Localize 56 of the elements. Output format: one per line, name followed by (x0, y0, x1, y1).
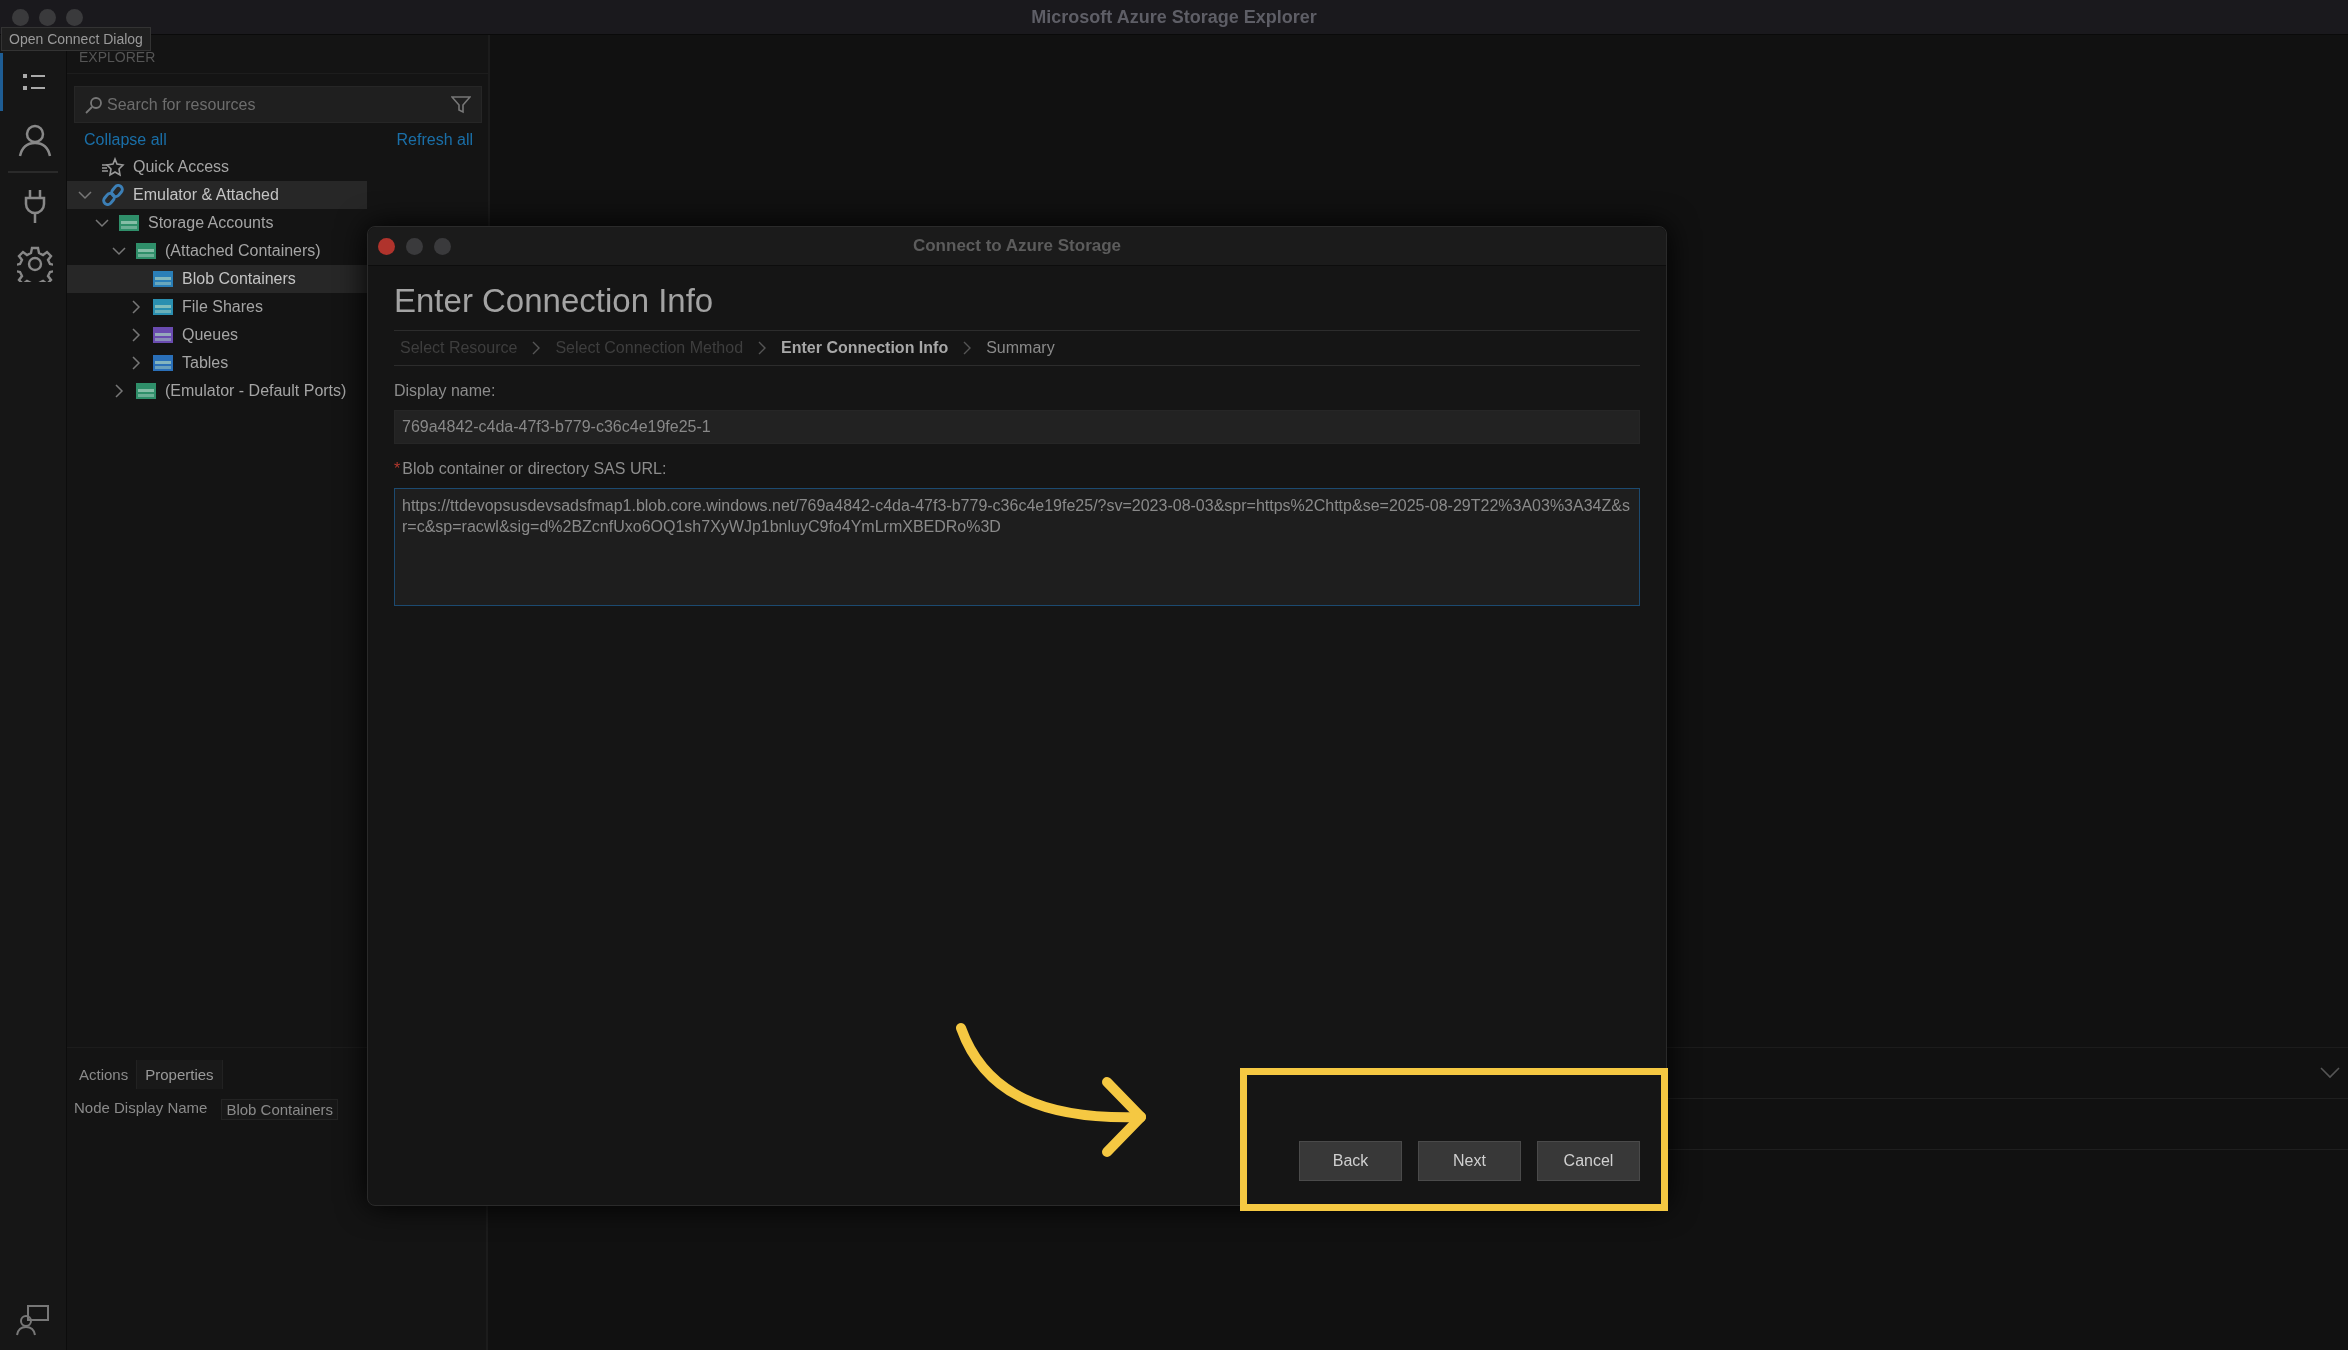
star-icon (101, 157, 125, 177)
tree-item[interactable]: (Emulator - Default Ports) (67, 377, 367, 405)
search-field[interactable]: Search for resources (107, 87, 447, 122)
close-dialog-button[interactable] (378, 237, 395, 255)
chevron-right-icon[interactable] (129, 356, 143, 370)
storage-icon (135, 382, 157, 400)
panel-tab[interactable]: Properties (137, 1060, 223, 1089)
required-mark: * (394, 460, 401, 478)
chevron-right-icon[interactable] (129, 300, 143, 314)
search-icon (85, 95, 103, 114)
display-name-field[interactable]: 769a4842-c4da-47f3-b779-c36c4e19fe25-1 (394, 410, 1640, 444)
person-icon (16, 122, 53, 158)
chevron-right-icon (757, 340, 768, 356)
cancel-button[interactable]: Cancel (1537, 1141, 1640, 1181)
tree-item[interactable]: Storage Accounts (67, 209, 367, 237)
search-bar[interactable]: Search for resources (74, 86, 482, 123)
chevron-right-icon (962, 340, 973, 356)
chain-link-icon (101, 184, 125, 206)
tree-item[interactable]: Queues (67, 321, 367, 349)
table-icon (152, 354, 174, 372)
chevron-right-icon (531, 340, 542, 356)
file-share-icon (152, 298, 174, 316)
storage-icon (135, 242, 157, 260)
dialog-title: Connect to Azure Storage (912, 236, 1122, 256)
sas-url-field[interactable]: https://ttdevopsusdevsadsfmap1.blob.core.windows.net/769a4842-c4da-47f3-b779-c36c4e19fe25/?sv=2023-08-03&spr=https%2Chttp&se=2025-08-29T22%3A03%3A34Z&sr=c&sp=racwl&sig=d%2BZcnfUxo6OQ1sh7XyWJp1bnluyC9fo4YmLrmXBEDRo%3D (394, 488, 1640, 606)
tooltip: Open Connect Dialog (1, 27, 151, 51)
chevron-right-icon[interactable] (129, 328, 143, 342)
feedback-icon[interactable] (16, 1304, 50, 1336)
property-name: Node Display Name (74, 1099, 208, 1118)
breadcrumb-step: Summary (986, 339, 1055, 357)
chevron-down-icon[interactable] (112, 244, 126, 258)
tree-item[interactable]: File Shares (67, 293, 367, 321)
tree-item[interactable]: Emulator & Attached (67, 181, 367, 209)
chevron-down-icon[interactable] (95, 216, 109, 230)
dialog-heading: Enter Connection Info (394, 266, 1640, 331)
back-button[interactable]: Back (1299, 1141, 1402, 1181)
tree-item[interactable]: Blob Containers (67, 265, 367, 293)
chevron-right-icon[interactable] (112, 384, 126, 398)
container-icon (152, 270, 174, 288)
tree-item[interactable]: Quick Access (67, 153, 367, 181)
tree-item[interactable]: (Attached Containers) (67, 237, 367, 265)
chevron-down-icon[interactable] (78, 188, 92, 202)
next-button[interactable]: Next (1418, 1141, 1521, 1181)
window-title: Microsoft Azure Storage Explorer (1031, 6, 1317, 28)
list-icon (21, 71, 48, 93)
property-value: Blob Containers (221, 1099, 339, 1120)
storage-icon (118, 214, 140, 232)
filter-icon[interactable] (451, 95, 471, 114)
chevron-down-icon[interactable] (2320, 1067, 2340, 1079)
settings-icon (16, 246, 53, 282)
field-label: Display name: (394, 382, 496, 400)
queue-icon (152, 326, 174, 344)
plug-icon (23, 189, 46, 223)
field-label: Blob container or directory SAS URL: (402, 460, 667, 478)
breadcrumb-step: Enter Connection Info (781, 339, 949, 357)
tree-item[interactable]: Tables (67, 349, 367, 377)
